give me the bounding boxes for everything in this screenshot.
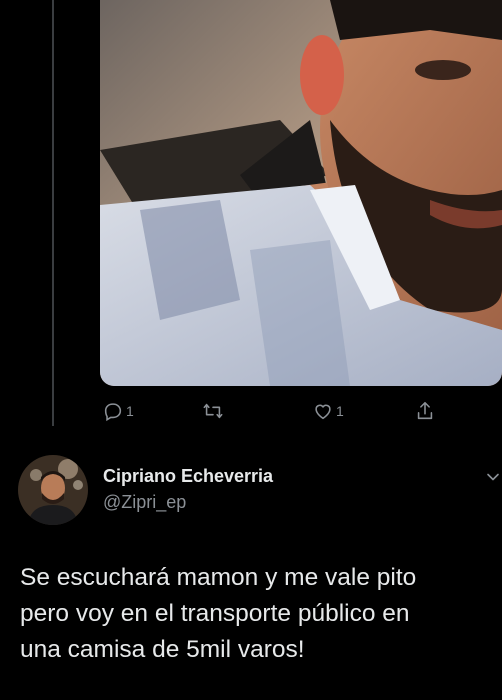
share-button[interactable] — [414, 398, 436, 424]
tweet-text: Se escuchará mamon y me vale pito pero v… — [20, 564, 417, 663]
avatar[interactable] — [18, 455, 88, 525]
author-handle[interactable]: @Zipri_ep — [103, 492, 186, 513]
chevron-down-icon[interactable] — [486, 470, 500, 484]
share-icon — [417, 401, 433, 420]
selfie-photo — [100, 0, 502, 386]
tweet-media-photo[interactable] — [100, 0, 502, 386]
heart-icon — [315, 404, 331, 420]
reply-icon — [104, 403, 122, 422]
thread-connector-line — [52, 0, 54, 426]
author-display-name[interactable]: Cipriano Echeverria — [103, 466, 273, 487]
avatar-photo — [18, 455, 88, 525]
reply-count: 1 — [126, 403, 134, 419]
like-count: 1 — [336, 403, 344, 419]
retweet-button[interactable] — [202, 398, 226, 424]
retweet-icon — [203, 403, 223, 419]
like-button[interactable]: 1 — [312, 398, 344, 424]
reply-button[interactable]: 1 — [102, 398, 134, 424]
tweet-action-bar: 1 1 — [100, 398, 502, 424]
